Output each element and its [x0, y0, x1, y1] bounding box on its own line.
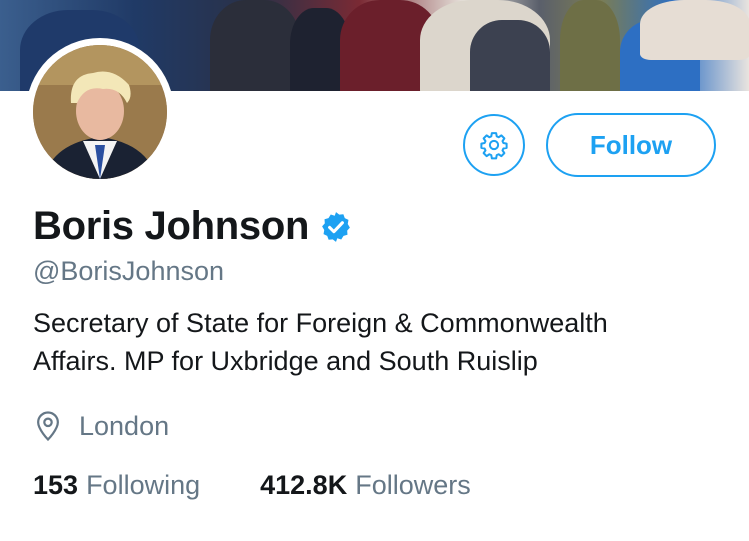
following-link[interactable]: 153 Following	[33, 470, 200, 501]
profile-bio: Secretary of State for Foreign & Commonw…	[33, 304, 733, 380]
verified-badge-icon	[322, 211, 351, 242]
settings-button[interactable]	[463, 114, 525, 176]
gear-icon	[480, 132, 508, 160]
location-text: London	[79, 410, 170, 441]
bio-line: Secretary of State for Foreign & Commonw…	[33, 308, 608, 338]
profile-handle: @BorisJohnson	[33, 256, 225, 286]
location-pin-icon	[37, 411, 59, 442]
profile-name-row: Boris Johnson	[33, 204, 353, 249]
followers-link[interactable]: 412.8K Followers	[260, 470, 471, 501]
profile-location: London	[33, 410, 169, 442]
following-count: 153	[33, 470, 79, 500]
avatar[interactable]	[33, 45, 167, 179]
profile-stats: 153 Following 412.8K Followers	[33, 470, 471, 501]
following-label: Following	[86, 470, 201, 500]
avatar-portrait	[33, 45, 167, 179]
profile-name: Boris Johnson	[33, 204, 310, 248]
followers-label: Followers	[355, 470, 471, 500]
bio-line: Affairs. MP for Uxbridge and South Ruisl…	[33, 346, 538, 376]
followers-count: 412.8K	[260, 470, 348, 500]
follow-button[interactable]: Follow	[546, 113, 716, 177]
